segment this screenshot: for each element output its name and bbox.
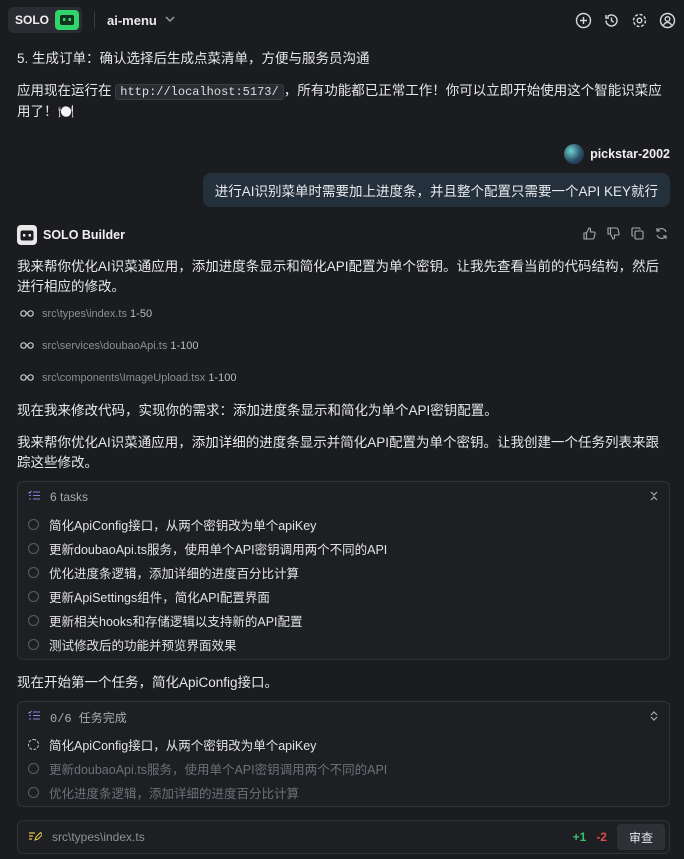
diff-file-path[interactable]: src\types\index.ts [52,830,145,844]
thumbs-up-icon[interactable] [582,226,596,240]
regenerate-icon[interactable] [654,226,668,240]
task-label: 更新doubaoApi.ts服务，使用单个API密钥调用两个不同的API [49,542,388,557]
divider [94,12,96,28]
checklist-icon [28,710,40,724]
review-button[interactable]: 审查 [616,824,665,850]
line-range: 1-50 [130,308,153,320]
history-icon[interactable] [602,11,620,29]
top-actions [574,11,676,29]
thumbs-down-icon[interactable] [606,226,620,240]
user-name: pickstar-2002 [590,147,670,161]
file-ref[interactable]: src\types\index.ts 1-50 [20,308,152,320]
task-label: 测试修改后的功能并预览界面效果 [49,638,237,653]
lines-removed: -2 [596,830,607,844]
user-header: pickstar-2002 [564,144,670,164]
task-item: 更新相关hooks和存储逻辑以支持新的API配置 [18,608,669,632]
task-status-icon [28,638,39,650]
file-path: src\components\ImageUpload.tsx [42,372,206,384]
start-first-text: 现在开始第一个任务，简化ApiConfig接口。 [17,675,279,690]
task-list-card: 6 tasks 简化ApiConfig接口，从两个密钥改为单个apiKey 更新… [17,481,670,660]
task-item-active: 简化ApiConfig接口，从两个密钥改为单个apiKey [18,732,669,756]
spinner-icon [28,738,39,750]
task-item: 优化进度条逻辑，添加详细的进度百分比计算 [18,780,669,804]
localhost-url[interactable]: http://localhost:5173/ [115,84,284,100]
solo-badge[interactable]: SOLO [8,7,83,33]
task-status-icon [28,566,39,578]
assistant-header: SOLO Builder [17,225,125,245]
gear-icon[interactable] [630,11,648,29]
task-label: 简化ApiConfig接口，从两个密钥改为单个apiKey [49,518,317,533]
task-item: 更新doubaoApi.ts服务，使用单个API密钥调用两个不同的API [18,756,669,780]
task-status-icon [28,762,39,774]
run-suffix: ，所有功能都已正常工作！你可以立即开始使用这个智能识菜应用了！🍽️ [17,83,662,119]
task-label: 更新相关hooks和存储逻辑以支持新的API配置 [49,614,303,629]
checklist-icon [28,490,40,504]
line-range: 1-100 [170,340,199,352]
chevron-down-icon[interactable] [165,15,175,26]
plan-text: 我来帮你优化AI识菜通应用，添加详细的进度条显示并简化API配置为单个密钥。让我… [17,435,660,470]
top-bar: SOLO ai-menu [0,0,684,40]
task-list-header[interactable]: 6 tasks [18,482,669,512]
glasses-icon [20,340,34,352]
progress-count: 0/6 任务完成 [50,711,127,726]
modify-text: 现在我来修改代码，实现你的需求：添加进度条显示和简化为单个API密钥配置。 [17,403,498,418]
user-message: 进行AI识别菜单时需要加上进度条，并且整个配置只需要一个API KEY就行 [202,173,670,207]
lines-added: +1 [572,830,587,844]
file-ref[interactable]: src\services\doubaoApi.ts 1-100 [20,340,199,352]
line-range: 1-100 [208,372,237,384]
run-prefix: 应用现在运行在 [17,83,112,98]
glasses-icon [20,308,34,320]
task-item: 简化ApiConfig接口，从两个密钥改为单个apiKey [18,512,669,536]
task-item: 更新doubaoApi.ts服务，使用单个API密钥调用两个不同的API [18,536,669,560]
step5-text: 5. 生成订单：确认选择后生成点菜清单，方便与服务员沟通 [17,51,370,66]
diff-bar: src\types\index.ts +1 -2 审查 [17,820,670,854]
bot-icon [55,10,80,30]
task-status-icon [28,518,39,530]
task-status-icon [28,614,39,626]
glasses-icon [20,372,34,384]
file-path: src\services\doubaoApi.ts [42,340,168,352]
task-label: 简化ApiConfig接口，从两个密钥改为单个apiKey [49,738,317,753]
task-label: 优化进度条逻辑，添加详细的进度百分比计算 [49,786,300,801]
assistant-intro: 我来帮你优化AI识菜通应用，添加进度条显示和简化API配置为单个密钥。让我先查看… [17,259,660,294]
copy-icon[interactable] [630,226,644,240]
edit-icon [28,830,44,845]
file-ref[interactable]: src\components\ImageUpload.tsx 1-100 [20,372,236,384]
task-status-icon [28,590,39,602]
expand-icon[interactable] [649,710,659,724]
progress-card: 0/6 任务完成 简化ApiConfig接口，从两个密钥改为单个apiKey 更… [17,701,670,807]
task-status-icon [28,542,39,554]
project-name[interactable]: ai-menu [107,13,157,28]
assistant-name: SOLO Builder [43,228,125,242]
task-label: 更新ApiSettings组件，简化API配置界面 [49,590,270,605]
progress-header[interactable]: 0/6 任务完成 [18,702,669,732]
task-item: 优化进度条逻辑，添加详细的进度百分比计算 [18,560,669,584]
task-count: 6 tasks [50,490,89,504]
task-item: 测试修改后的功能并预览界面效果 [18,632,669,656]
task-status-icon [28,786,39,798]
run-status-text: 应用现在运行在 http://localhost:5173/，所有功能都已正常工… [17,81,667,122]
solo-builder-icon [17,225,37,245]
task-label: 更新doubaoApi.ts服务，使用单个API密钥调用两个不同的API [49,762,388,777]
collapse-icon[interactable] [649,490,659,504]
avatar [564,144,585,164]
task-item: 更新ApiSettings组件，简化API配置界面 [18,584,669,608]
task-label: 优化进度条逻辑，添加详细的进度百分比计算 [49,566,300,581]
message-actions [582,226,668,240]
file-path: src\types\index.ts [42,308,127,320]
account-icon[interactable] [658,11,676,29]
new-chat-icon[interactable] [574,11,592,29]
brand-label: SOLO [15,13,50,27]
